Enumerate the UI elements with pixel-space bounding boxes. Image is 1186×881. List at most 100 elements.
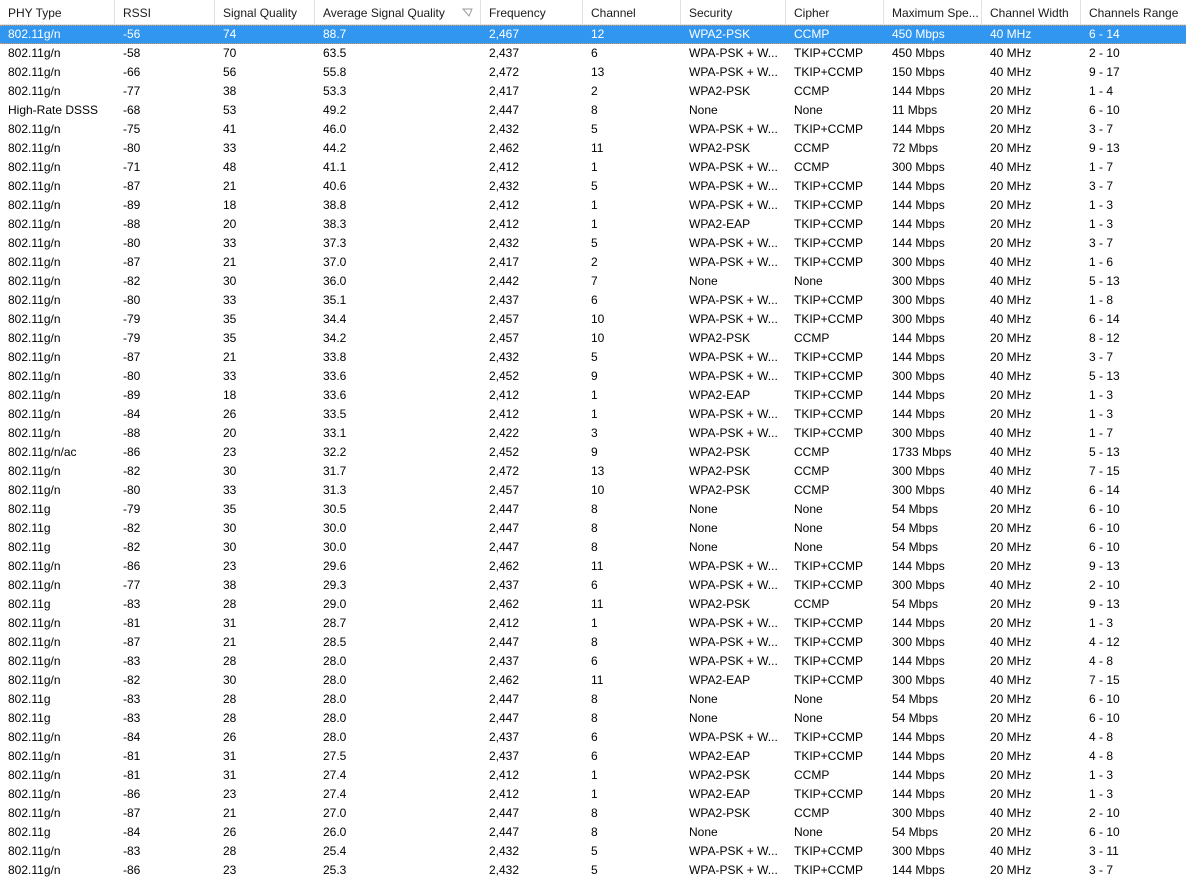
cell-frequency: 2,447 xyxy=(489,806,520,820)
cell-maximum_speed: 300 Mbps xyxy=(892,844,945,858)
column-header-channels_range[interactable]: Channels Range xyxy=(1081,0,1186,25)
table-row[interactable]: High-Rate DSSS -68 53 49.2 2,447 8 None None 11 … xyxy=(0,101,1186,120)
cell-cipher: None xyxy=(794,825,823,839)
cell-signal_quality: 31 xyxy=(223,616,237,630)
table-row-selected[interactable]: 802.11g/n -56 74 88.7 2,467 12 WPA2-PSK CCMP 450… xyxy=(0,25,1186,44)
column-header-rssi[interactable]: RSSI xyxy=(115,0,215,25)
table-row[interactable]: 802.11g/n -75 41 46.0 2,432 5 WPA-PSK + W... TK… xyxy=(0,120,1186,139)
cell-security: WPA-PSK + W... xyxy=(689,65,778,79)
table-row[interactable]: 802.11g/n -88 20 38.3 2,412 1 WPA2-EAP TKIP+CCM… xyxy=(0,215,1186,234)
column-header-signal_quality[interactable]: Signal Quality xyxy=(215,0,315,25)
table-row[interactable]: 802.11g/n -82 30 28.0 2,462 11 WPA2-EAP TKIP+CC… xyxy=(0,671,1186,690)
table-row[interactable]: 802.11g/n -83 28 25.4 2,432 5 WPA-PSK + W... TK… xyxy=(0,842,1186,861)
table-row[interactable]: 802.11g/n/ac -86 23 32.2 2,452 9 WPA2-PSK CCMP 1… xyxy=(0,443,1186,462)
column-header-frequency[interactable]: Frequency xyxy=(481,0,583,25)
column-header-label: Security xyxy=(689,5,733,20)
table-row[interactable]: 802.11g/n -81 31 27.5 2,437 6 WPA2-EAP TKIP+CCM… xyxy=(0,747,1186,766)
column-header-channel_width[interactable]: Channel Width xyxy=(982,0,1081,25)
table-row[interactable]: 802.11g/n -80 33 37.3 2,432 5 WPA-PSK + W... TK… xyxy=(0,234,1186,253)
cell-security: WPA-PSK + W... xyxy=(689,255,778,269)
table-row[interactable]: 802.11g -79 35 30.5 2,447 8 None None 54 Mbps 20 … xyxy=(0,500,1186,519)
cell-channel: 1 xyxy=(591,217,598,231)
cell-maximum_speed: 300 Mbps xyxy=(892,635,945,649)
table-row[interactable]: 802.11g/n -86 23 25.3 2,432 5 WPA-PSK + W... TK… xyxy=(0,861,1186,880)
table-row[interactable]: 802.11g/n -81 31 27.4 2,412 1 WPA2-PSK CCMP 144 … xyxy=(0,766,1186,785)
table-row[interactable]: 802.11g/n -88 20 33.1 2,422 3 WPA-PSK + W... TK… xyxy=(0,424,1186,443)
cell-security: WPA-PSK + W... xyxy=(689,293,778,307)
table-row[interactable]: 802.11g/n -87 21 37.0 2,417 2 WPA-PSK + W... TK… xyxy=(0,253,1186,272)
table-row[interactable]: 802.11g -82 30 30.0 2,447 8 None None 54 Mbps 20 … xyxy=(0,519,1186,538)
cell-channel_width: 40 MHz xyxy=(990,578,1032,592)
cell-channel_width: 20 MHz xyxy=(990,521,1032,535)
table-row[interactable]: 802.11g -83 28 29.0 2,462 11 WPA2-PSK CCMP 54 Mb… xyxy=(0,595,1186,614)
cell-maximum_speed: 300 Mbps xyxy=(892,806,945,820)
table-row[interactable]: 802.11g/n -89 18 38.8 2,412 1 WPA-PSK + W... TK… xyxy=(0,196,1186,215)
cell-channel_width: 20 MHz xyxy=(990,198,1032,212)
cell-channels_range: 4 - 8 xyxy=(1089,730,1114,744)
table-row[interactable]: 802.11g/n -80 33 33.6 2,452 9 WPA-PSK + W... TK… xyxy=(0,367,1186,386)
table-row[interactable]: 802.11g/n -89 18 33.6 2,412 1 WPA2-EAP TKIP+CCM… xyxy=(0,386,1186,405)
column-header-channel[interactable]: Channel xyxy=(583,0,681,25)
table-row[interactable]: 802.11g/n -84 26 33.5 2,412 1 WPA-PSK + W... TK… xyxy=(0,405,1186,424)
cell-avg_signal_quality: 33.1 xyxy=(323,426,347,440)
table-row[interactable]: 802.11g/n -71 48 41.1 2,412 1 WPA-PSK + W... CC… xyxy=(0,158,1186,177)
cell-channels_range: 9 - 17 xyxy=(1089,65,1120,79)
cell-cipher: TKIP+CCMP xyxy=(794,426,864,440)
cell-channels_range: 1 - 3 xyxy=(1089,787,1114,801)
table-row[interactable]: 802.11g -82 30 30.0 2,447 8 None None 54 Mbps 20 … xyxy=(0,538,1186,557)
cell-maximum_speed: 54 Mbps xyxy=(892,521,939,535)
cell-rssi: -71 xyxy=(123,160,141,174)
cell-maximum_speed: 72 Mbps xyxy=(892,141,939,155)
table-row[interactable]: 802.11g/n -87 21 28.5 2,447 8 WPA-PSK + W... TK… xyxy=(0,633,1186,652)
cell-security: None xyxy=(689,825,718,839)
cell-avg_signal_quality: 27.4 xyxy=(323,787,347,801)
cell-channel: 1 xyxy=(591,768,598,782)
table-row[interactable]: 802.11g/n -82 30 31.7 2,472 13 WPA2-PSK CCMP 300… xyxy=(0,462,1186,481)
table-row[interactable]: 802.11g/n -87 21 40.6 2,432 5 WPA-PSK + W... TK… xyxy=(0,177,1186,196)
table-row[interactable]: 802.11g/n -77 38 53.3 2,417 2 WPA2-PSK CCMP 144 … xyxy=(0,82,1186,101)
cell-security: None xyxy=(689,274,718,288)
cell-frequency: 2,447 xyxy=(489,540,520,554)
table-row[interactable]: 802.11g -83 28 28.0 2,447 8 None None 54 Mbps 20 … xyxy=(0,709,1186,728)
cell-frequency: 2,437 xyxy=(489,293,520,307)
table-row[interactable]: 802.11g/n -84 26 28.0 2,437 6 WPA-PSK + W... TK… xyxy=(0,728,1186,747)
cell-security: WPA-PSK + W... xyxy=(689,198,778,212)
cell-rssi: -80 xyxy=(123,369,141,383)
cell-signal_quality: 48 xyxy=(223,160,237,174)
table-row[interactable]: 802.11g/n -77 38 29.3 2,437 6 WPA-PSK + W... TK… xyxy=(0,576,1186,595)
table-row[interactable]: 802.11g/n -66 56 55.8 2,472 13 WPA-PSK + W... T… xyxy=(0,63,1186,82)
table-row[interactable]: 802.11g/n -80 33 35.1 2,437 6 WPA-PSK + W... TK… xyxy=(0,291,1186,310)
table-row[interactable]: 802.11g/n -80 33 31.3 2,457 10 WPA2-PSK CCMP 300… xyxy=(0,481,1186,500)
cell-phy_type: 802.11g/n xyxy=(8,578,61,592)
table-row[interactable]: 802.11g/n -87 21 27.0 2,447 8 WPA2-PSK CCMP 300 … xyxy=(0,804,1186,823)
column-header-cipher[interactable]: Cipher xyxy=(786,0,884,25)
table-row[interactable]: 802.11g/n -80 33 44.2 2,462 11 WPA2-PSK CCMP 72 … xyxy=(0,139,1186,158)
cell-channel: 1 xyxy=(591,407,598,421)
table-row[interactable]: 802.11g/n -79 35 34.4 2,457 10 WPA-PSK + W... T… xyxy=(0,310,1186,329)
table-row[interactable]: 802.11g/n -87 21 33.8 2,432 5 WPA-PSK + W... TK… xyxy=(0,348,1186,367)
table-row[interactable]: 802.11g -84 26 26.0 2,447 8 None None 54 Mbps 20 … xyxy=(0,823,1186,842)
cell-phy_type: 802.11g/n xyxy=(8,27,61,41)
cell-signal_quality: 18 xyxy=(223,388,237,402)
cell-channel_width: 20 MHz xyxy=(990,122,1032,136)
table-row[interactable]: 802.11g/n -79 35 34.2 2,457 10 WPA2-PSK CCMP 144… xyxy=(0,329,1186,348)
cell-avg_signal_quality: 28.0 xyxy=(323,730,347,744)
column-header-security[interactable]: Security xyxy=(681,0,786,25)
table-row[interactable]: 802.11g/n -82 30 36.0 2,442 7 None None 300 Mbps… xyxy=(0,272,1186,291)
table-row[interactable]: 802.11g/n -83 28 28.0 2,437 6 WPA-PSK + W... TK… xyxy=(0,652,1186,671)
cell-avg_signal_quality: 27.0 xyxy=(323,806,347,820)
table-row[interactable]: 802.11g -83 28 28.0 2,447 8 None None 54 Mbps 20 … xyxy=(0,690,1186,709)
cell-maximum_speed: 144 Mbps xyxy=(892,84,945,98)
table-row[interactable]: 802.11g/n -86 23 27.4 2,412 1 WPA2-EAP TKIP+CCM… xyxy=(0,785,1186,804)
cell-phy_type: 802.11g/n xyxy=(8,65,61,79)
cell-phy_type: 802.11g/n xyxy=(8,616,61,630)
table-row[interactable]: 802.11g/n -86 23 29.6 2,462 11 WPA-PSK + W... T… xyxy=(0,557,1186,576)
column-header-phy_type[interactable]: PHY Type xyxy=(0,0,115,25)
cell-cipher: TKIP+CCMP xyxy=(794,217,864,231)
column-header-avg_signal_quality[interactable]: Average Signal Quality xyxy=(315,0,481,25)
cell-rssi: -80 xyxy=(123,293,141,307)
column-header-maximum_speed[interactable]: Maximum Spe... xyxy=(884,0,982,25)
cell-avg_signal_quality: 49.2 xyxy=(323,103,347,117)
table-row[interactable]: 802.11g/n -81 31 28.7 2,412 1 WPA-PSK + W... TK… xyxy=(0,614,1186,633)
table-row[interactable]: 802.11g/n -58 70 63.5 2,437 6 WPA-PSK + W... TK… xyxy=(0,44,1186,63)
